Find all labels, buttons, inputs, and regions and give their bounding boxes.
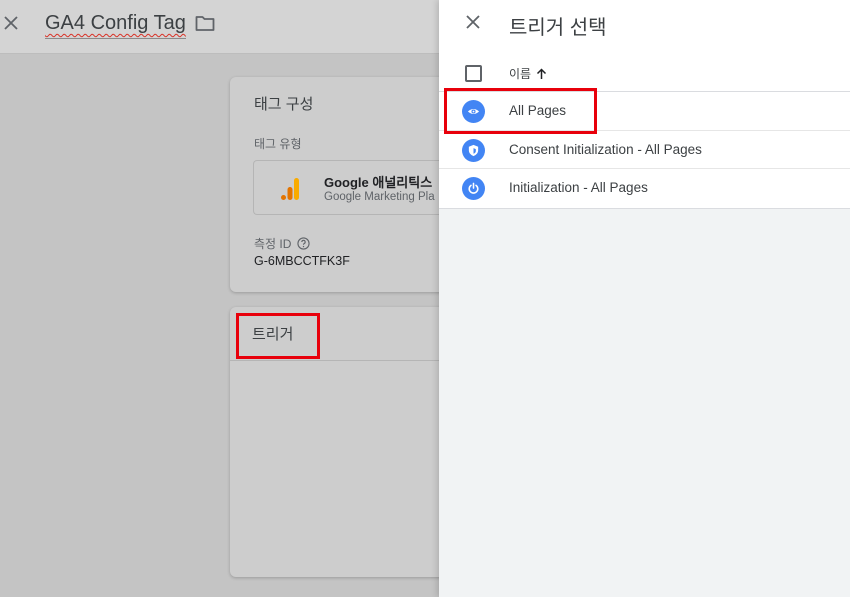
power-icon xyxy=(462,177,485,200)
folder-icon[interactable] xyxy=(195,14,215,32)
tag-type-selector[interactable]: Google 애널리틱스 Google Marketing Pla xyxy=(253,160,470,215)
arrow-up-icon xyxy=(537,67,547,79)
trigger-row-initialization[interactable]: Initialization - All Pages xyxy=(439,169,850,208)
sort-by-name-header[interactable]: 이름 xyxy=(509,65,547,82)
trigger-name: Initialization - All Pages xyxy=(509,180,648,195)
google-analytics-icon xyxy=(281,178,299,200)
select-all-checkbox[interactable] xyxy=(465,65,482,82)
panel-title: 트리거 선택 xyxy=(509,17,607,39)
measurement-id-label: 측정 ID xyxy=(254,237,292,251)
tag-type-label: 태그 유형 xyxy=(254,137,302,151)
measurement-id-label-group: 측정 ID xyxy=(254,235,311,252)
list-header: 이름 xyxy=(439,54,850,92)
card-divider xyxy=(230,360,470,361)
highlight-all-pages xyxy=(444,88,597,134)
tag-type-name: Google 애널리틱스 xyxy=(324,175,433,190)
close-icon[interactable] xyxy=(466,15,480,29)
column-name-label: 이름 xyxy=(509,67,532,81)
measurement-id-value: G-6MBCCTFK3F xyxy=(254,254,350,268)
tag-configuration-title: 태그 구성 xyxy=(254,96,314,113)
trigger-name: Consent Initialization - All Pages xyxy=(509,141,702,157)
shield-icon xyxy=(462,138,485,162)
help-icon[interactable] xyxy=(297,237,311,250)
panel-header: 트리거 선택 xyxy=(439,0,850,54)
highlight-triggering xyxy=(236,313,320,359)
tag-configuration-card[interactable]: 태그 구성 태그 유형 Google 애널리틱스 Google Marketin… xyxy=(230,77,470,292)
close-icon[interactable] xyxy=(2,12,20,34)
tag-type-subtitle: Google Marketing Pla xyxy=(324,191,435,203)
tag-name-field[interactable]: GA4 Config Tag xyxy=(45,12,186,39)
trigger-row-consent-initialization[interactable]: Consent Initialization - All Pages xyxy=(439,131,850,169)
